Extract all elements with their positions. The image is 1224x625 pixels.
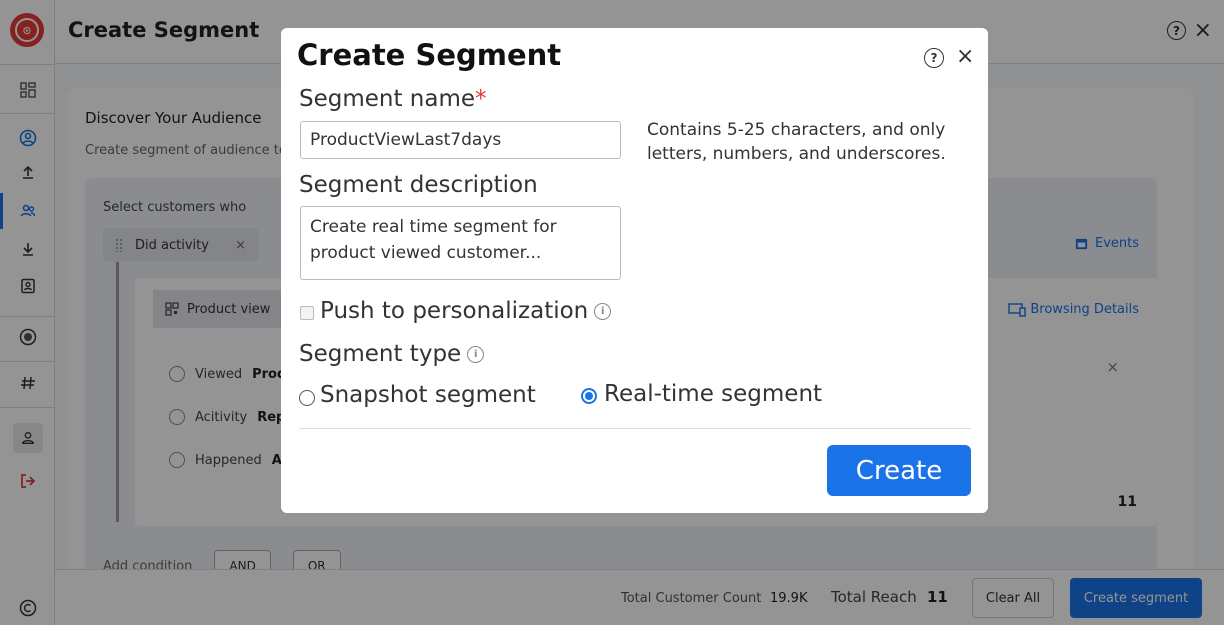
snapshot-label[interactable]: Snapshot segment — [320, 382, 536, 408]
push-personalization-label: Push to personalization — [320, 298, 589, 324]
segment-name-label-text: Segment name — [299, 86, 476, 112]
modal-divider — [299, 428, 971, 429]
segment-name-label: Segment name* — [299, 86, 487, 112]
required-mark: * — [475, 86, 487, 112]
push-personalization-checkbox[interactable] — [300, 306, 314, 320]
create-segment-modal: Create Segment ? × Segment name* Contain… — [281, 28, 988, 513]
segment-name-hint: Contains 5-25 characters, and only lette… — [647, 120, 946, 164]
segment-description-label: Segment description — [299, 172, 538, 198]
snapshot-radio[interactable] — [299, 390, 315, 406]
segment-description-input[interactable]: Create real time segment for product vie… — [300, 206, 621, 280]
info-icon[interactable]: i — [467, 346, 485, 363]
modal-close-icon[interactable]: × — [956, 44, 974, 69]
modal-help-icon[interactable]: ? — [924, 48, 944, 68]
realtime-label[interactable]: Real-time segment — [604, 381, 822, 407]
realtime-radio[interactable] — [581, 388, 597, 404]
modal-title: Create Segment — [297, 38, 562, 72]
push-personalization-row: Push to personalization i — [320, 298, 612, 324]
segment-name-input[interactable] — [300, 121, 621, 159]
info-icon[interactable]: i — [594, 303, 612, 320]
segment-type-label: Segment type — [299, 341, 462, 367]
segment-type-row: Segment type i — [299, 341, 485, 367]
create-button[interactable]: Create — [827, 445, 971, 496]
